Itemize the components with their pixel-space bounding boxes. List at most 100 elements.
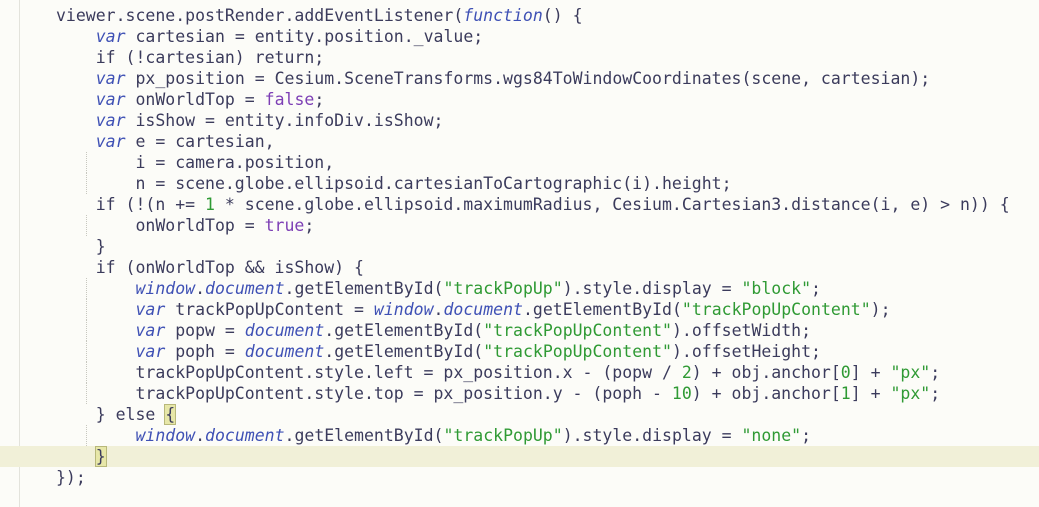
code-token: } [56,237,106,256]
code-line[interactable]: n = scene.globe.ellipsoid.cartesianToCar… [56,173,732,194]
code-token: ).style.display = [562,426,742,445]
keyword-token: var [95,132,126,151]
code-token: . [195,426,206,445]
code-line[interactable]: } else { [56,404,177,425]
string-token: "trackPopUp" [443,426,563,445]
matched-brace-token: } [94,446,107,467]
indent-guide [85,152,88,173]
code-line[interactable]: trackPopUpContent.style.top = px_positio… [56,383,940,404]
indent-guide [85,425,88,446]
number-token: 10 [671,384,692,403]
code-line[interactable]: trackPopUpContent.style.left = px_positi… [56,362,940,383]
code-token: trackPopUpContent = [165,300,374,319]
matched-brace-token: { [164,404,177,425]
code-token: * scene.globe.ellipsoid.maximumRadius, C… [214,195,1010,214]
code-token: ; [314,90,325,109]
keyword-token: var [95,111,126,130]
code-line[interactable]: var popw = document.getElementById("trac… [56,320,811,341]
boolean-token: false [264,90,315,109]
code-token: ; [930,384,941,403]
code-token: .getElementById( [284,426,444,445]
code-line[interactable]: viewer.scene.postRender.addEventListener… [56,5,583,26]
code-token: e = cartesian, [125,132,275,151]
global-object-token: window [135,426,196,445]
code-line[interactable]: } [56,236,106,257]
indent-guide [85,299,88,320]
global-object-token: document [244,342,325,361]
code-token: ).style.display = [562,279,742,298]
number-token: 2 [681,363,692,382]
code-line[interactable]: var px_position = Cesium.SceneTransforms… [56,68,930,89]
indent-guide [85,215,88,236]
code-line-current[interactable]: } [0,446,1039,467]
number-token: 1 [205,195,215,214]
code-token: ; [930,363,941,382]
code-token: . [433,300,444,319]
code-line[interactable]: window.document.getElementById("trackPop… [56,278,821,299]
code-line[interactable]: onWorldTop = true; [56,215,314,236]
keyword-token: var [135,300,166,319]
code-token: }); [56,468,86,487]
global-object-token: document [205,426,285,445]
code-token: poph = [165,342,245,361]
global-object-token: document [244,321,325,340]
code-token: if (onWorldTop && isShow) { [56,258,364,277]
code-line[interactable]: var onWorldTop = false; [56,89,325,110]
code-token: .getElementById( [324,321,484,340]
string-token: "trackPopUp" [443,279,563,298]
text-caret [105,448,107,467]
code-editor[interactable]: viewer.scene.postRender.addEventListener… [0,0,1039,507]
code-line[interactable]: window.document.getElementById("trackPop… [56,425,811,446]
code-token: if (!cartesian) return; [56,48,325,67]
code-token: ] + [850,384,891,403]
code-line[interactable]: }); [56,467,86,488]
code-line[interactable]: if (!cartesian) return; [56,47,324,68]
keyword-token: var [95,27,126,46]
code-token: () { [542,6,583,25]
indent-guide [85,173,88,194]
code-token: onWorldTop = [125,90,265,109]
code-token: .getElementById( [284,279,444,298]
code-token: ).offsetWidth; [671,321,812,340]
code-line[interactable]: var cartesian = entity.position._value; [56,26,483,47]
code-token: ] + [850,363,891,382]
code-token: px_position = Cesium.SceneTransforms.wgs… [125,69,931,88]
code-line[interactable]: var isShow = entity.infoDiv.isShow; [56,110,444,131]
code-token: ; [811,279,821,298]
code-token: ); [870,300,891,319]
global-object-token: document [205,279,285,298]
code-line[interactable]: i = camera.position, [56,152,334,173]
string-token: "px" [890,384,931,403]
code-token: . [195,279,206,298]
code-token: trackPopUpContent.style.top = px_positio… [56,384,672,403]
indent-guide [85,383,88,404]
code-token: popw = [165,321,245,340]
code-token: ) + obj.anchor[ [691,384,841,403]
code-token: } else [56,405,166,424]
code-token: n = scene.globe.ellipsoid.cartesianToCar… [56,174,732,193]
global-object-token: document [443,300,523,319]
code-line[interactable]: var trackPopUpContent = window.document.… [56,299,891,320]
code-token: .getElementById( [522,300,682,319]
code-line[interactable]: var poph = document.getElementById("trac… [56,341,821,362]
code-line[interactable]: if (onWorldTop && isShow) { [56,257,364,278]
code-token: cartesian = entity.position._value; [125,27,484,46]
indent-guide [85,341,88,362]
code-line[interactable]: var e = cartesian, [56,131,275,152]
string-token: "block" [741,279,812,298]
code-token: ).offsetHeight; [671,342,821,361]
code-line[interactable]: if (!(n += 1 * scene.globe.ellipsoid.max… [56,194,1010,215]
global-object-token: window [135,279,196,298]
boolean-token: true [264,216,305,235]
code-token: ; [304,216,315,235]
code-token: viewer.scene.postRender.addEventListener… [56,6,464,25]
keyword-token: var [135,321,166,340]
